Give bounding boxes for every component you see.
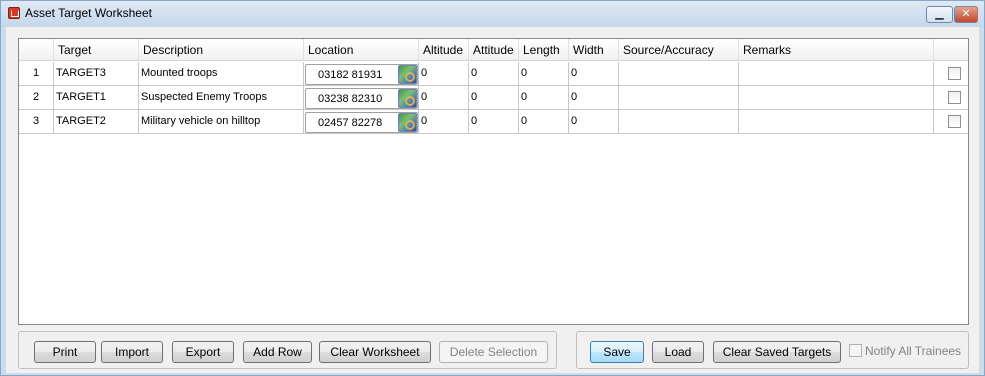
table-row[interactable]: 1 TARGET3 Mounted troops 03182 81931 0 0… [19, 62, 968, 86]
window-content: Target Description Location Altitude Att… [6, 27, 979, 373]
delete-selection-button[interactable]: Delete Selection [439, 341, 548, 363]
length-cell[interactable]: 0 [519, 62, 569, 86]
length-cell[interactable]: 0 [519, 86, 569, 110]
location-field[interactable]: 03238 82310 [305, 88, 418, 109]
location-value: 02457 82278 [318, 117, 383, 129]
remarks-cell[interactable] [739, 110, 934, 134]
row-select-checkbox[interactable] [948, 67, 961, 80]
title-bar[interactable]: Asset Target Worksheet ▁ ✕ [1, 1, 984, 27]
source-accuracy-cell[interactable] [619, 62, 739, 86]
notify-all-trainees-checkbox[interactable]: Notify All Trainees [849, 344, 961, 358]
header-select [934, 39, 968, 61]
asset-target-worksheet-window: Asset Target Worksheet ▁ ✕ Target Descri… [0, 0, 985, 376]
row-number: 3 [19, 110, 54, 134]
header-location[interactable]: Location [304, 39, 419, 61]
description-cell[interactable]: Suspected Enemy Troops [139, 86, 304, 110]
map-picker-icon[interactable] [398, 89, 417, 108]
header-target[interactable]: Target [54, 39, 139, 61]
header-remarks[interactable]: Remarks [739, 39, 934, 61]
notify-all-trainees-label: Notify All Trainees [865, 344, 962, 358]
row-number: 2 [19, 86, 54, 110]
remarks-cell[interactable] [739, 62, 934, 86]
target-cell[interactable]: TARGET2 [54, 110, 139, 134]
header-width[interactable]: Width [569, 39, 619, 61]
width-cell[interactable]: 0 [569, 110, 619, 134]
header-altitude[interactable]: Altitude [419, 39, 469, 61]
attitude-cell[interactable]: 0 [469, 62, 519, 86]
row-select-checkbox[interactable] [948, 91, 961, 104]
minimize-button[interactable]: ▁ [926, 6, 953, 23]
clear-saved-targets-button[interactable]: Clear Saved Targets [713, 341, 841, 363]
table-row[interactable]: 3 TARGET2 Military vehicle on hilltop 02… [19, 110, 968, 134]
notify-checkbox-box[interactable] [849, 344, 862, 357]
save-button[interactable]: Save [590, 341, 644, 363]
description-cell[interactable]: Military vehicle on hilltop [139, 110, 304, 134]
row-number: 1 [19, 62, 54, 86]
header-description[interactable]: Description [139, 39, 304, 61]
export-button[interactable]: Export [172, 341, 234, 363]
target-cell[interactable]: TARGET3 [54, 62, 139, 86]
map-picker-icon[interactable] [398, 113, 417, 132]
load-button[interactable]: Load [652, 341, 704, 363]
row-select-checkbox[interactable] [948, 115, 961, 128]
worksheet-actions-group: Print Import Export Add Row Clear Worksh… [18, 331, 557, 369]
target-cell[interactable]: TARGET1 [54, 86, 139, 110]
map-picker-icon[interactable] [398, 65, 417, 84]
import-button[interactable]: Import [101, 341, 163, 363]
table-row[interactable]: 2 TARGET1 Suspected Enemy Troops 03238 8… [19, 86, 968, 110]
altitude-cell[interactable]: 0 [419, 62, 469, 86]
location-field[interactable]: 02457 82278 [305, 112, 418, 133]
window-title: Asset Target Worksheet [25, 6, 152, 20]
header-source-accuracy[interactable]: Source/Accuracy [619, 39, 739, 61]
length-cell[interactable]: 0 [519, 110, 569, 134]
attitude-cell[interactable]: 0 [469, 86, 519, 110]
grid-header: Target Description Location Altitude Att… [19, 39, 968, 61]
target-grid: Target Description Location Altitude Att… [18, 38, 969, 325]
location-value: 03182 81931 [318, 69, 383, 81]
close-button[interactable]: ✕ [954, 6, 978, 23]
app-icon [8, 7, 20, 19]
altitude-cell[interactable]: 0 [419, 86, 469, 110]
location-field[interactable]: 03182 81931 [305, 64, 418, 85]
add-row-button[interactable]: Add Row [243, 341, 312, 363]
header-length[interactable]: Length [519, 39, 569, 61]
width-cell[interactable]: 0 [569, 62, 619, 86]
header-row-number [19, 39, 54, 61]
clear-worksheet-button[interactable]: Clear Worksheet [319, 341, 431, 363]
header-attitude[interactable]: Attitude [469, 39, 519, 61]
description-cell[interactable]: Mounted troops [139, 62, 304, 86]
altitude-cell[interactable]: 0 [419, 110, 469, 134]
source-accuracy-cell[interactable] [619, 110, 739, 134]
attitude-cell[interactable]: 0 [469, 110, 519, 134]
location-value: 03238 82310 [318, 93, 383, 105]
width-cell[interactable]: 0 [569, 86, 619, 110]
print-button[interactable]: Print [34, 341, 96, 363]
saved-targets-group: Save Load Clear Saved Targets Notify All… [576, 331, 969, 369]
source-accuracy-cell[interactable] [619, 86, 739, 110]
remarks-cell[interactable] [739, 86, 934, 110]
